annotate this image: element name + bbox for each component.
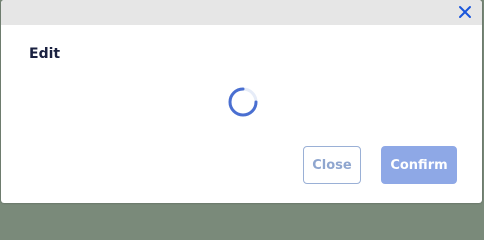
dialog-titlebar	[1, 0, 482, 25]
edit-dialog: Edit Close Confirm	[1, 0, 482, 203]
confirm-button[interactable]: Confirm	[381, 146, 457, 184]
close-icon[interactable]	[457, 4, 473, 20]
spinner-icon	[227, 86, 259, 118]
close-button[interactable]: Close	[303, 146, 361, 184]
dialog-title: Edit	[29, 46, 61, 62]
